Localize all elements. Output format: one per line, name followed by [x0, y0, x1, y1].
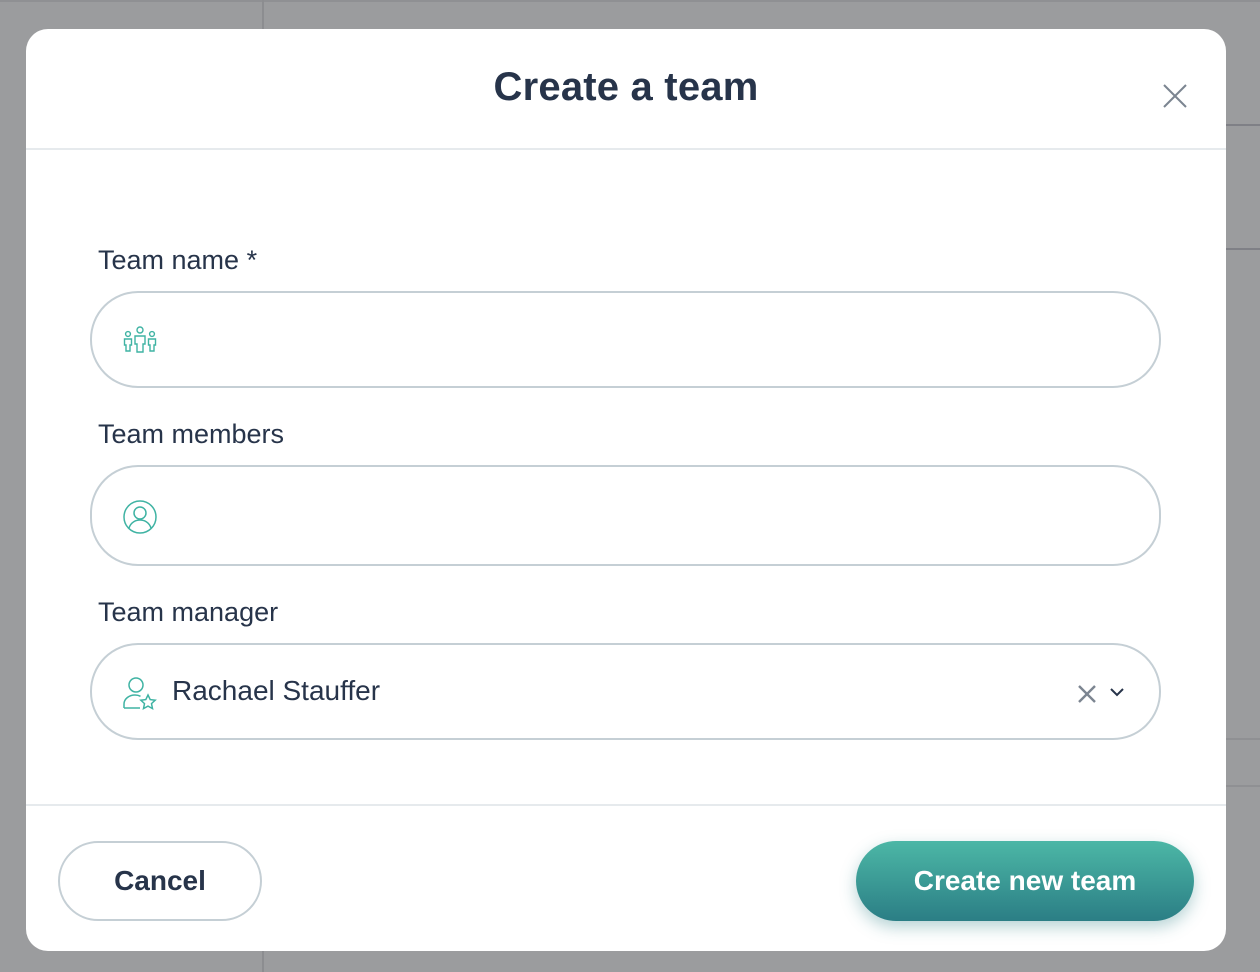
team-members-label: Team members: [98, 419, 285, 449]
background-line: [0, 0, 1260, 2]
user-star-icon: [122, 675, 158, 716]
clear-icon: [1078, 685, 1096, 703]
team-name-input[interactable]: [172, 293, 1072, 386]
background-line: [1226, 248, 1260, 250]
team-members-input[interactable]: [172, 467, 1072, 564]
create-team-modal: Create a team Team name * Team members T…: [26, 29, 1226, 951]
background-line: [1226, 738, 1260, 740]
team-name-label: Team name *: [98, 245, 258, 275]
user-circle-icon: [122, 499, 158, 540]
cancel-button[interactable]: Cancel: [58, 841, 262, 921]
team-members-field[interactable]: [90, 465, 1161, 566]
create-new-team-button[interactable]: Create new team: [856, 841, 1194, 921]
chevron-down-icon: [1110, 688, 1124, 697]
dropdown-toggle[interactable]: [1109, 685, 1125, 699]
background-line: [1226, 785, 1260, 787]
team-name-field[interactable]: [90, 291, 1161, 388]
close-icon: [1163, 84, 1187, 108]
team-manager-label: Team manager: [98, 597, 279, 627]
close-button[interactable]: [1160, 81, 1190, 111]
clear-selection-button[interactable]: [1076, 683, 1098, 705]
team-group-icon: [122, 326, 158, 359]
modal-footer: Cancel Create new team: [26, 804, 1226, 951]
team-manager-selected-value: Rachael Stauffer: [172, 675, 381, 706]
modal-title: Create a team: [493, 65, 759, 109]
background-line: [1226, 124, 1260, 126]
modal-header: Create a team: [26, 29, 1226, 150]
team-manager-select[interactable]: Rachael Stauffer: [90, 643, 1161, 740]
